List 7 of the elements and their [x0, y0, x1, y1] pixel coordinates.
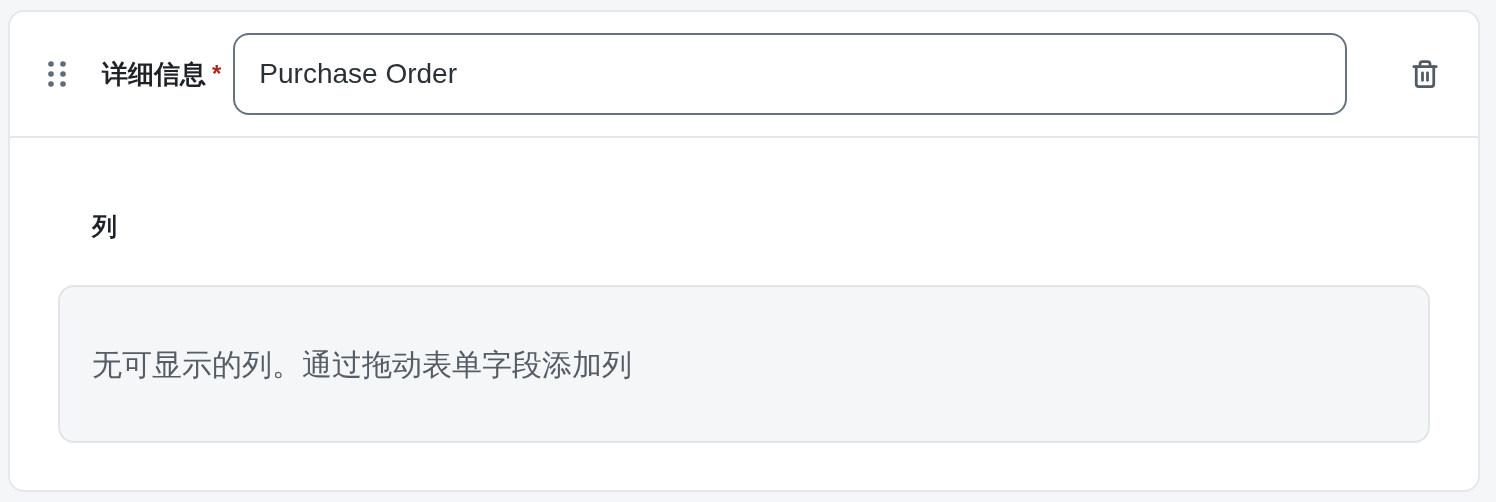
delete-icon[interactable]: [1410, 57, 1440, 91]
input-field[interactable]: Purchase Order: [233, 33, 1348, 115]
required-asterisk: *: [212, 59, 222, 89]
empty-message: 无可显示的列。通过拖动表单字段添加列: [92, 346, 632, 383]
drag-handle-icon[interactable]: [48, 61, 66, 87]
section-heading: 列: [92, 214, 118, 239]
field-label: 详细信息: [102, 57, 206, 91]
